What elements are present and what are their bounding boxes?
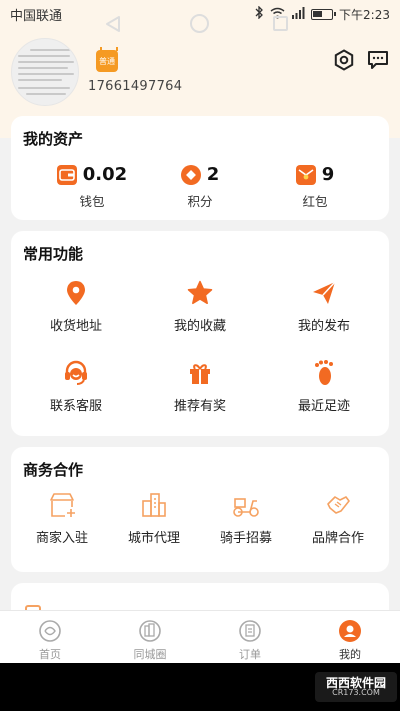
member-badge: 普通: [96, 47, 118, 72]
my-posts-item[interactable]: 我的发布: [277, 279, 371, 334]
tab-mine[interactable]: 我的: [300, 611, 400, 663]
points-value: 2: [206, 164, 220, 185]
city-circle-icon: [139, 620, 161, 642]
settings-icon[interactable]: [332, 48, 356, 72]
referral-reward-label: 推荐有奖: [173, 399, 226, 414]
watermark-url: CR173.COM: [332, 688, 380, 698]
paper-plane-icon: [277, 279, 371, 307]
merchant-join-item[interactable]: 商家入驻: [15, 491, 109, 546]
my-posts-label: 我的发布: [297, 319, 350, 334]
assets-title: 我的资产: [23, 130, 84, 148]
referral-reward-item[interactable]: 推荐有奖: [153, 359, 247, 414]
wallet-label: 钱包: [79, 194, 105, 209]
shop-add-icon: [15, 491, 109, 519]
recent-footprints-label: 最近足迹: [297, 399, 350, 414]
red-packet-value: 9: [321, 164, 335, 185]
business-title: 商务合作: [23, 461, 84, 479]
member-badge-label: 普通: [99, 56, 115, 66]
tab-home-label: 首页: [39, 648, 61, 661]
points-item[interactable]: 2 积分: [150, 164, 250, 210]
recent-footprints-item[interactable]: 最近足迹: [277, 359, 371, 414]
points-label: 积分: [187, 194, 213, 209]
home-icon: [39, 620, 61, 642]
assets-card: 我的资产 0.02 钱包 2 积分 9 红包: [11, 116, 389, 220]
city-agent-item[interactable]: 城市代理: [107, 491, 201, 546]
tab-home[interactable]: 首页: [0, 611, 100, 663]
tab-orders[interactable]: 订单: [200, 611, 300, 663]
functions-card: 常用功能 收货地址 我的收藏 我的发布 联系客服 推荐有奖 最近足迹: [11, 231, 389, 436]
customer-service-label: 联系客服: [49, 399, 102, 414]
wallet-icon: [56, 164, 77, 185]
business-card: 商务合作 商家入驻 城市代理 骑手招募 品牌合作: [11, 447, 389, 572]
red-packet-item[interactable]: 9 红包: [265, 164, 365, 210]
battery-icon: [311, 8, 337, 20]
profile-icon: [339, 620, 361, 642]
scooter-icon: [199, 491, 293, 519]
bottom-tab-bar: 首页 同城圈 订单 我的: [0, 610, 400, 663]
home-button-icon[interactable]: [190, 14, 209, 33]
wallet-value: 0.02: [82, 164, 128, 185]
address-item[interactable]: 收货地址: [29, 279, 123, 334]
points-icon: [180, 164, 201, 185]
city-building-icon: [107, 491, 201, 519]
carrier-label: 中国联通: [10, 8, 63, 24]
city-agent-label: 城市代理: [127, 531, 180, 546]
signal-icon: [291, 6, 305, 22]
watermark-logo: 西西软件园 CR173.COM: [315, 672, 397, 702]
message-icon[interactable]: [366, 48, 390, 72]
customer-service-item[interactable]: 联系客服: [29, 359, 123, 414]
red-packet-label: 红包: [302, 194, 328, 209]
order-icon: [239, 620, 261, 642]
headset-icon: [29, 359, 123, 387]
handshake-icon: [291, 491, 385, 519]
tab-mine-label: 我的: [339, 648, 361, 661]
star-icon: [153, 279, 247, 307]
tab-city-circle[interactable]: 同城圈: [100, 611, 200, 663]
tab-city-circle-label: 同城圈: [133, 648, 167, 661]
back-icon[interactable]: [104, 15, 122, 33]
functions-title: 常用功能: [23, 245, 84, 263]
address-label: 收货地址: [49, 319, 102, 334]
red-packet-icon: [295, 164, 316, 185]
location-icon: [29, 279, 123, 307]
avatar[interactable]: [11, 38, 79, 106]
footprint-icon: [277, 359, 371, 387]
wallet-item[interactable]: 0.02 钱包: [42, 164, 142, 210]
recent-apps-icon[interactable]: [273, 16, 288, 31]
brand-cooperation-label: 品牌合作: [311, 531, 364, 546]
bluetooth-icon: [255, 5, 264, 22]
brand-cooperation-item[interactable]: 品牌合作: [291, 491, 385, 546]
favorites-item[interactable]: 我的收藏: [153, 279, 247, 334]
favorites-label: 我的收藏: [173, 319, 226, 334]
rider-recruit-label: 骑手招募: [219, 531, 272, 546]
phone-number: 17661497764: [88, 79, 183, 94]
gift-icon: [153, 359, 247, 387]
merchant-join-label: 商家入驻: [35, 531, 88, 546]
rider-recruit-item[interactable]: 骑手招募: [199, 491, 293, 546]
status-time: 下午2:23: [339, 7, 390, 22]
tab-orders-label: 订单: [239, 648, 261, 661]
